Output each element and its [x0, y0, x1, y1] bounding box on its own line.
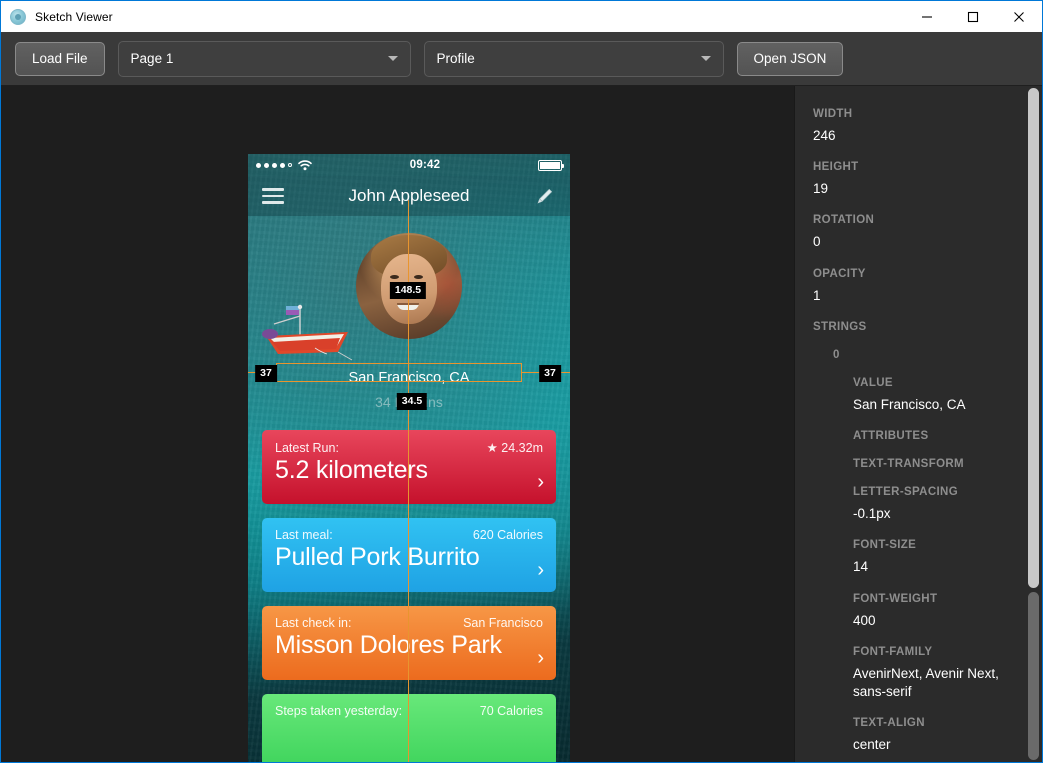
property-value: center — [853, 737, 891, 753]
property-key: ROTATION — [813, 214, 875, 227]
properties-scrollbar[interactable] — [1025, 86, 1042, 762]
pencil-edit-icon[interactable] — [534, 185, 556, 207]
property-key: ATTRIBUTES — [853, 430, 929, 443]
property-key: TEXT-TRANSFORM — [853, 458, 964, 471]
measure-label-bottom: 34.5 — [396, 393, 428, 410]
property-row: FONT-FAMILY AvenirNext, Avenir Next, sans… — [853, 646, 1026, 701]
property-row: OPACITY 1 — [813, 268, 1026, 305]
card-latest-run[interactable]: Latest Run: ★ 24.32m 5.2 kilometers › — [262, 430, 556, 504]
properties-list: WIDTH 246 HEIGHT 19 ROTATION 0 OPACITY 1 STRINGS… — [795, 86, 1042, 754]
property-row: ROTATION 0 — [813, 214, 1026, 251]
card-label: Steps taken yesterday: — [275, 704, 403, 718]
properties-panel: WIDTH 246 HEIGHT 19 ROTATION 0 OPACITY 1 STRINGS… — [794, 86, 1042, 762]
profile-select[interactable]: Profile — [423, 40, 724, 77]
profile-name-title: John Appleseed — [348, 186, 470, 205]
hamburger-menu-icon[interactable] — [262, 188, 284, 204]
property-key: HEIGHT — [813, 161, 859, 174]
property-key: STRINGS — [813, 320, 867, 333]
wifi-icon — [298, 159, 312, 170]
property-key: FONT-FAMILY — [853, 645, 933, 658]
card-header: Last meal: 620 Calories — [275, 528, 543, 542]
card-steps-taken[interactable]: Steps taken yesterday: 70 Calories — [262, 694, 556, 762]
card-meta: 620 Calories — [472, 528, 543, 542]
property-row: TEXT-ALIGN center — [853, 717, 1026, 754]
chevron-down-icon — [700, 56, 711, 61]
card-label: Last check in: — [275, 616, 352, 630]
card-meta: 70 Calories — [479, 704, 543, 718]
property-value: 14 — [853, 559, 869, 575]
chevron-right-icon[interactable]: › — [537, 560, 544, 580]
property-key: TEXT-ALIGN — [853, 717, 925, 730]
property-value: 400 — [853, 612, 876, 628]
property-value: -0.1px — [853, 506, 891, 522]
property-key: WIDTH — [813, 108, 853, 120]
scrollbar-track[interactable] — [1028, 592, 1039, 760]
page-select-value: Page 1 — [130, 51, 174, 66]
window-title: Sketch Viewer — [35, 9, 113, 24]
battery-full-icon — [538, 159, 564, 171]
property-value: San Francisco, CA — [853, 396, 966, 412]
card-last-check-in[interactable]: Last check in: San Francisco Misson Dolo… — [262, 606, 556, 680]
app-window: Sketch Viewer Load File Page 1 Profile O… — [0, 0, 1043, 763]
open-json-button[interactable]: Open JSON — [736, 41, 844, 76]
property-key: VALUE — [853, 376, 893, 389]
property-key: 0 — [833, 348, 840, 361]
main-body: 09:42 John Appleseed San Francisco, CA 3… — [1, 86, 1042, 762]
property-key: OPACITY — [813, 267, 866, 280]
app-logo-icon — [10, 8, 26, 25]
property-row: WIDTH 246 — [813, 108, 1026, 145]
card-label: Latest Run: — [275, 441, 339, 455]
property-row: 0 — [833, 349, 1026, 361]
mockup-nav-bar: John Appleseed — [248, 176, 570, 216]
title-bar: Sketch Viewer — [1, 1, 1042, 32]
measure-label-top: 148.5 — [389, 282, 427, 299]
property-row: STRINGS — [813, 321, 1026, 333]
signal-strength-icon — [256, 162, 292, 168]
status-bar-time: 09:42 — [409, 159, 441, 171]
measure-label-right: 37 — [539, 365, 561, 382]
page-select[interactable]: Page 1 — [117, 40, 411, 77]
property-value: AvenirNext, Avenir Next, sans-serif — [853, 665, 999, 699]
property-row: VALUE San Francisco, CA — [853, 377, 1026, 414]
mockup-card-list: Latest Run: ★ 24.32m 5.2 kilometers › La… — [262, 430, 556, 762]
boat-illustration-icon — [262, 304, 353, 361]
property-row: FONT-SIZE 14 — [853, 539, 1026, 576]
scrollbar-thumb[interactable] — [1028, 88, 1039, 588]
property-row: FONT-WEIGHT 400 — [853, 593, 1026, 630]
property-row: HEIGHT 19 — [813, 161, 1026, 198]
close-icon[interactable] — [996, 1, 1042, 32]
property-key: FONT-SIZE — [853, 539, 917, 552]
property-row: TEXT-TRANSFORM — [853, 458, 1026, 470]
property-value: 19 — [813, 181, 829, 197]
chevron-right-icon[interactable]: › — [537, 472, 544, 492]
property-value: 246 — [813, 128, 836, 143]
property-row: ATTRIBUTES — [853, 430, 1026, 442]
property-row: LETTER-SPACING -0.1px — [853, 486, 1026, 523]
card-value: Pulled Pork Burrito — [275, 543, 480, 571]
chevron-right-icon[interactable]: › — [537, 648, 544, 668]
card-header: Last check in: San Francisco — [275, 616, 543, 630]
maximize-icon[interactable] — [950, 1, 996, 32]
measure-label-left: 37 — [255, 365, 277, 382]
canvas-area[interactable]: 09:42 John Appleseed San Francisco, CA 3… — [1, 86, 794, 762]
card-value: 5.2 kilometers — [275, 456, 428, 484]
card-last-meal[interactable]: Last meal: 620 Calories Pulled Pork Burr… — [262, 518, 556, 592]
card-header: Latest Run: ★ 24.32m — [275, 440, 543, 455]
card-value: Misson Dolores Park — [275, 631, 502, 659]
mockup-status-bar: 09:42 — [248, 154, 570, 176]
property-key: FONT-WEIGHT — [853, 592, 938, 605]
minimize-icon[interactable] — [904, 1, 950, 32]
card-label: Last meal: — [275, 528, 333, 542]
load-file-button[interactable]: Load File — [15, 41, 105, 76]
property-key: LETTER-SPACING — [853, 486, 958, 499]
card-header: Steps taken yesterday: 70 Calories — [275, 704, 543, 718]
card-meta: San Francisco — [463, 616, 543, 630]
card-meta: ★ 24.32m — [486, 441, 543, 455]
artboard-mockup[interactable]: 09:42 John Appleseed San Francisco, CA 3… — [248, 154, 570, 762]
main-toolbar: Load File Page 1 Profile Open JSON — [1, 32, 1042, 86]
profile-select-value: Profile — [436, 51, 475, 66]
property-value: 0 — [813, 234, 821, 250]
property-value: 1 — [813, 287, 821, 303]
chevron-down-icon — [387, 56, 398, 61]
